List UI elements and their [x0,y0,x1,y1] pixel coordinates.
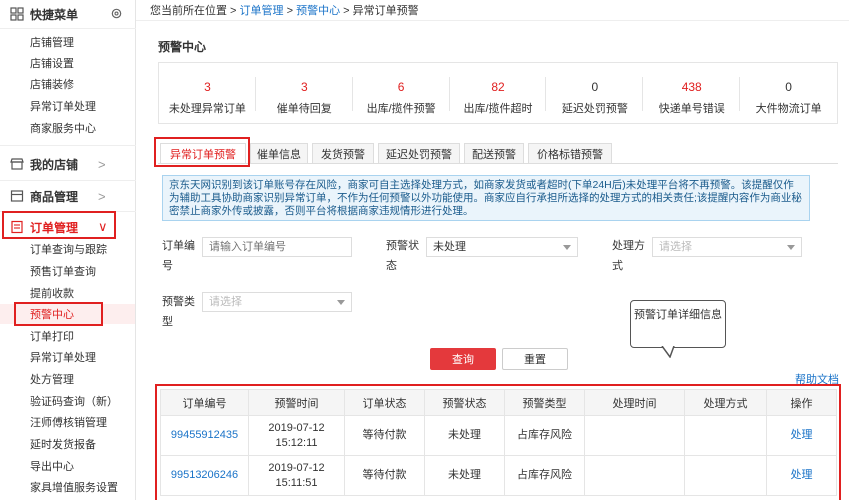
sidebar-item-shop-manage[interactable]: 店铺管理 [30,36,74,50]
stat-outbound-warning[interactable]: 6 出库/揽件预警 [353,63,450,123]
stat-label: 催单待回复 [276,103,332,115]
sidebar-group-quick-menu[interactable]: 快捷菜单 [0,0,136,28]
chevron-down-icon [337,300,345,305]
warn-status-label: 预警状态 [386,240,419,272]
highlight-box-table [155,384,841,500]
warn-status-value: 未处理 [433,241,466,253]
sidebar-group-my-shop[interactable]: 我的店铺 > [0,150,136,178]
tab-shipment-warning[interactable]: 发货预警 [312,143,374,163]
warn-type-select[interactable]: 请选择 [202,292,352,312]
header-divider [136,20,849,21]
tab-delay-penalty-warning[interactable]: 延迟处罚预警 [378,143,460,163]
breadcrumb-current: 异常订单预警 [352,5,419,17]
sidebar-group-label: 商品管理 [30,189,79,204]
sidebar-item-advance-payment[interactable]: 提前收款 [30,287,74,301]
stat-value: 82 [491,80,505,94]
breadcrumb-link-orders[interactable]: 订单管理 [240,5,284,17]
sidebar-item-abnormal-orders[interactable]: 异常订单处理 [30,100,96,114]
stat-outbound-timeout[interactable]: 82 出库/揽件超时 [450,63,547,123]
tab-delivery-warning[interactable]: 配送预警 [464,143,524,163]
box-icon [10,190,24,202]
order-no-input[interactable] [202,237,352,257]
sidebar-item-furniture-service[interactable]: 家具增值服务设置 [30,481,118,495]
notice-banner: 京东天网识别到该订单账号存在风险，商家可自主选择处理方式，如商家发货或者超时(下… [162,175,810,221]
warn-type-placeholder: 请选择 [209,296,242,308]
sidebar-item-delay-shipment[interactable]: 延时发货报备 [30,438,96,452]
breadcrumb-separator: > [343,5,350,17]
warn-status-select[interactable]: 未处理 [426,237,578,257]
stat-label: 未处理异常订单 [168,103,246,115]
sidebar-divider [0,28,136,29]
stat-label: 延迟处罚预警 [561,103,628,115]
shop-icon [10,158,24,170]
stat-value: 3 [300,80,308,94]
stat-tracking-error[interactable]: 438 快递单号错误 [643,63,741,123]
stat-bulky-logistics[interactable]: 0 大件物流订单 [740,63,837,123]
grid-icon [10,7,24,21]
handle-method-select[interactable]: 请选择 [652,237,802,257]
sidebar-item-verify-code[interactable]: 验证码查询（新） [30,395,118,409]
stat-unhandled-abnormal[interactable]: 3 未处理异常订单 [159,63,256,123]
tab-price-error-warning[interactable]: 价格标错预警 [528,143,612,163]
highlight-box-orders [2,211,116,239]
chevron-right-icon: > [98,188,106,204]
highlight-box-active-tab [154,137,250,167]
stat-delay-penalty[interactable]: 0 延迟处罚预警 [546,63,644,123]
chevron-down-icon [787,245,795,250]
sidebar-item-shop-settings[interactable]: 店铺设置 [30,57,74,71]
callout-pointer-icon [661,346,675,358]
callout-annotation: 预警订单详细信息 [630,300,726,348]
stat-label: 快递单号错误 [658,103,725,115]
stat-label: 大件物流订单 [755,103,822,115]
chevron-right-icon: > [98,156,106,172]
breadcrumb-link-warning-center[interactable]: 预警中心 [296,5,340,17]
stat-value: 438 [681,80,702,94]
handle-method-placeholder: 请选择 [659,241,692,253]
chevron-down-icon [563,245,571,250]
stat-label: 出库/揽件超时 [463,103,533,115]
stat-value: 0 [785,80,792,94]
page-title: 预警中心 [158,40,207,54]
breadcrumb-prefix: 您当前所在位置 > [150,5,237,17]
sidebar-item-order-query[interactable]: 订单查询与跟踪 [30,243,107,257]
sidebar-divider [0,145,136,146]
sidebar-item-shop-decoration[interactable]: 店铺装修 [30,78,74,92]
breadcrumb: 您当前所在位置 > 订单管理 > 预警中心 > 异常订单预警 [150,2,419,18]
breadcrumb-separator: > [286,5,294,17]
sidebar-item-abnormal-order-handle[interactable]: 异常订单处理 [30,351,96,365]
stat-value: 0 [591,80,599,94]
tab-reminder-info[interactable]: 催单信息 [250,143,308,163]
sidebar-item-export-center[interactable]: 导出中心 [30,460,74,474]
handle-method-label: 处理方式 [612,240,645,272]
sidebar-group-label: 我的店铺 [30,157,79,172]
stat-value: 3 [204,80,211,94]
query-button[interactable]: 查询 [430,348,496,370]
sidebar-item-presale-query[interactable]: 预售订单查询 [30,265,96,279]
order-no-label: 订单编号 [162,240,195,272]
stats-panel: 3 未处理异常订单 3 催单待回复 6 出库/揽件预警 82 出库/揽件超时 0… [158,62,838,124]
sidebar: 快捷菜单 店铺管理 店铺设置 店铺装修 异常订单处理 商家服务中心 我的店铺 >… [0,0,136,500]
sidebar-item-merchant-service[interactable]: 商家服务中心 [30,122,96,136]
warn-type-label: 预警类型 [162,296,195,328]
stat-label: 出库/揽件预警 [366,103,436,115]
sidebar-divider [0,180,136,181]
stat-value: 6 [397,80,405,94]
stat-reminder-pending[interactable]: 3 催单待回复 [256,63,353,123]
gear-icon[interactable] [110,7,123,20]
sidebar-item-prescription[interactable]: 处方管理 [30,373,74,387]
sidebar-group-label: 快捷菜单 [30,7,79,22]
reset-button[interactable]: 重置 [502,348,568,370]
sidebar-item-order-print[interactable]: 订单打印 [30,330,74,344]
highlight-box-warning-center [14,302,103,326]
sidebar-item-verification-manage[interactable]: 汪师傅核销管理 [30,416,107,430]
tabs-divider [158,163,838,164]
sidebar-group-goods[interactable]: 商品管理 > [0,182,136,210]
